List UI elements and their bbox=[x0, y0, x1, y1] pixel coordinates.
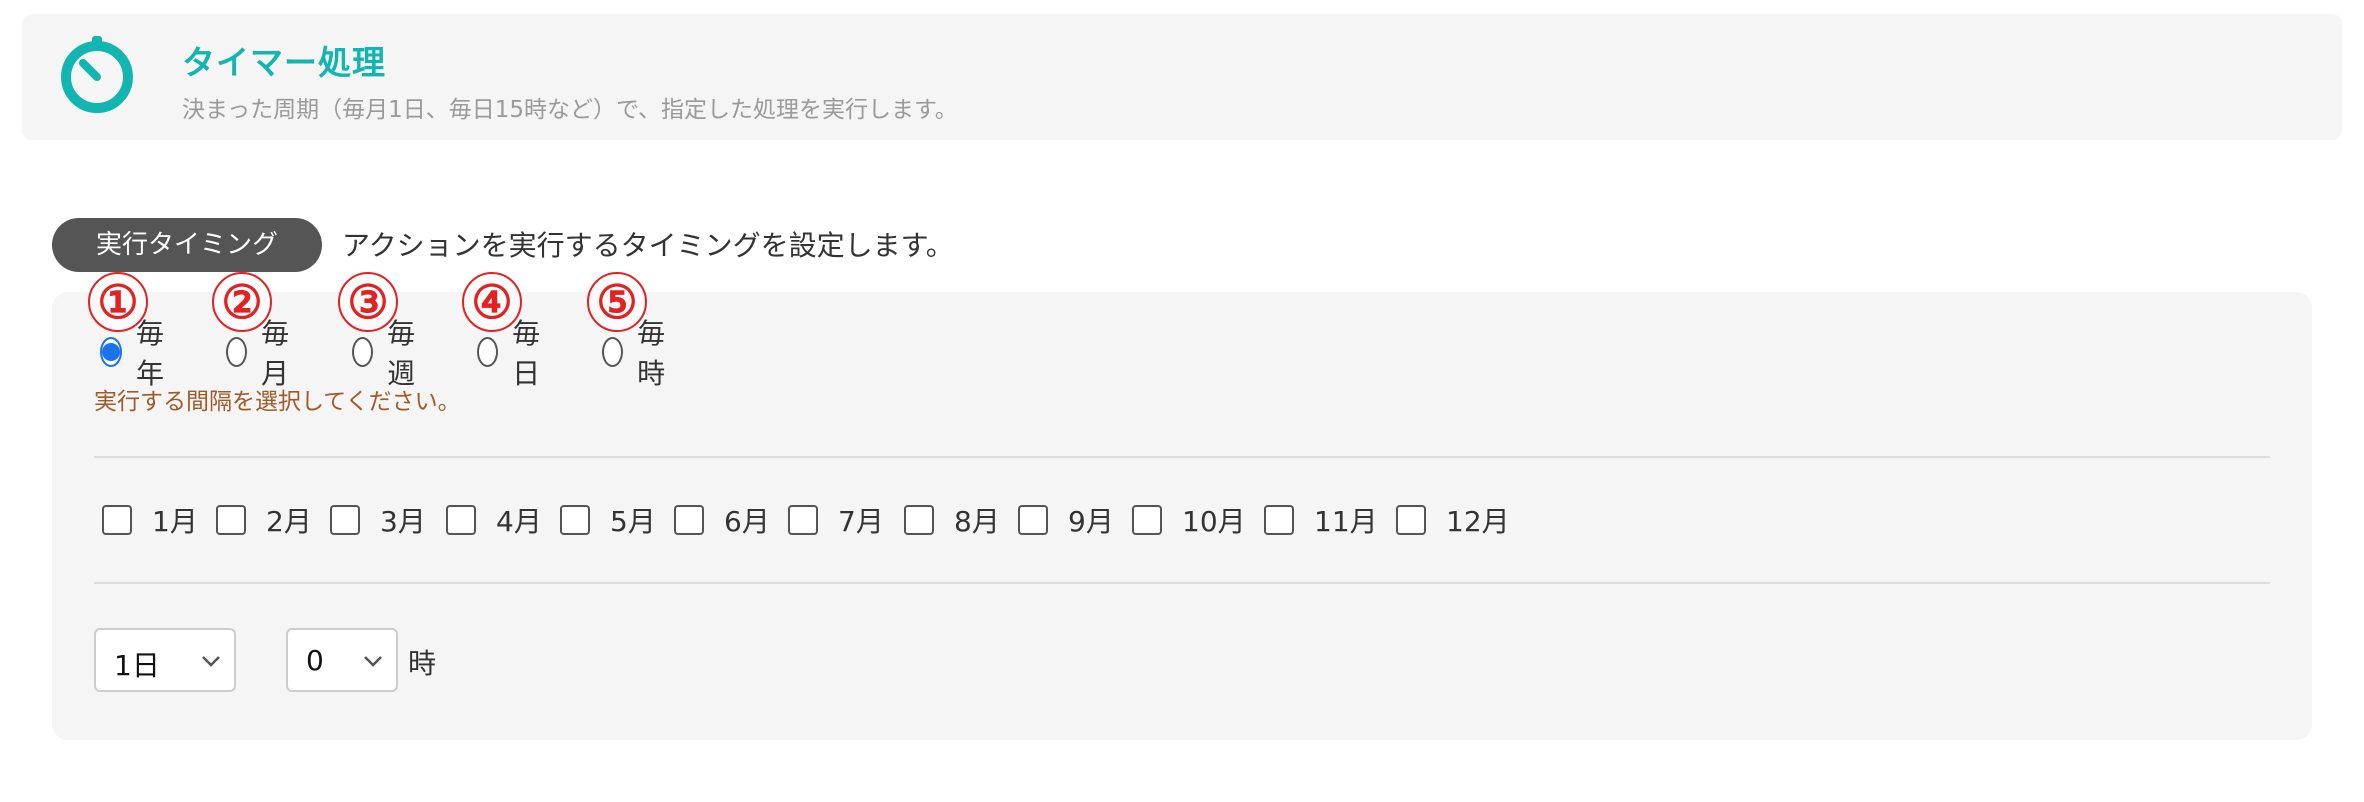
interval-option-label: 毎月 bbox=[261, 317, 290, 390]
checkbox[interactable] bbox=[1132, 505, 1162, 535]
month-label: 4月 bbox=[496, 505, 542, 538]
month-checkbox-4[interactable]: 4月 bbox=[446, 502, 542, 538]
hour-suffix-label: 時 bbox=[408, 647, 437, 680]
radio-button[interactable] bbox=[477, 337, 499, 367]
timing-description: アクションを実行するタイミングを設定します。 bbox=[342, 229, 954, 262]
interval-option-daily[interactable]: 毎日 bbox=[477, 317, 549, 390]
marker-4: ④ bbox=[462, 272, 522, 332]
chevron-down-icon bbox=[202, 656, 220, 667]
checkbox[interactable] bbox=[1018, 505, 1048, 535]
month-checkbox-12[interactable]: 12月 bbox=[1396, 502, 1510, 538]
timer-icon bbox=[61, 36, 133, 113]
checkbox[interactable] bbox=[1264, 505, 1294, 535]
checkbox[interactable] bbox=[788, 505, 818, 535]
radio-button[interactable] bbox=[602, 337, 624, 367]
checkbox[interactable] bbox=[102, 505, 132, 535]
interval-hint: 実行する間隔を選択してください。 bbox=[94, 389, 461, 415]
month-checkbox-3[interactable]: 3月 bbox=[330, 502, 426, 538]
checkbox[interactable] bbox=[330, 505, 360, 535]
month-label: 1月 bbox=[152, 505, 198, 538]
marker-1: ① bbox=[88, 272, 148, 332]
month-checkbox-5[interactable]: 5月 bbox=[560, 502, 656, 538]
checkbox[interactable] bbox=[674, 505, 704, 535]
hour-select-value: 0 bbox=[306, 644, 324, 677]
interval-option-label: 毎時 bbox=[637, 317, 666, 390]
hour-select[interactable]: 0 bbox=[286, 628, 398, 692]
month-checkbox-6[interactable]: 6月 bbox=[674, 502, 770, 538]
page-title: タイマー処理 bbox=[182, 43, 386, 82]
interval-option-hourly[interactable]: 毎時 bbox=[602, 317, 674, 390]
month-label: 6月 bbox=[724, 505, 770, 538]
marker-2: ② bbox=[212, 272, 272, 332]
radio-button[interactable] bbox=[352, 337, 374, 367]
interval-option-label: 毎年 bbox=[136, 317, 165, 390]
month-checkbox-9[interactable]: 9月 bbox=[1018, 502, 1114, 538]
checkbox[interactable] bbox=[560, 505, 590, 535]
radio-button[interactable] bbox=[226, 337, 248, 367]
month-label: 10月 bbox=[1182, 505, 1246, 538]
chevron-down-icon bbox=[364, 656, 382, 667]
month-label: 12月 bbox=[1446, 505, 1510, 538]
month-label: 9月 bbox=[1068, 505, 1114, 538]
marker-3: ③ bbox=[338, 272, 398, 332]
month-checkbox-10[interactable]: 10月 bbox=[1132, 502, 1246, 538]
month-label: 3月 bbox=[380, 505, 426, 538]
divider bbox=[94, 456, 2270, 458]
month-checkbox-1[interactable]: 1月 bbox=[102, 502, 198, 538]
interval-option-yearly[interactable]: 毎年 bbox=[100, 317, 172, 390]
divider bbox=[94, 582, 2270, 584]
month-checkbox-2[interactable]: 2月 bbox=[216, 502, 312, 538]
timing-badge: 実行タイミング bbox=[52, 218, 322, 272]
checkbox[interactable] bbox=[446, 505, 476, 535]
marker-5: ⑤ bbox=[587, 272, 647, 332]
checkbox[interactable] bbox=[904, 505, 934, 535]
interval-option-label: 毎日 bbox=[512, 317, 541, 390]
month-label: 7月 bbox=[838, 505, 884, 538]
interval-option-monthly[interactable]: 毎月 bbox=[226, 317, 298, 390]
checkbox[interactable] bbox=[216, 505, 246, 535]
interval-option-weekly[interactable]: 毎週 bbox=[352, 317, 424, 390]
month-checkbox-8[interactable]: 8月 bbox=[904, 502, 1000, 538]
month-label: 5月 bbox=[610, 505, 656, 538]
month-label: 8月 bbox=[954, 505, 1000, 538]
radio-button[interactable] bbox=[100, 337, 122, 367]
checkbox[interactable] bbox=[1396, 505, 1426, 535]
month-label: 2月 bbox=[266, 505, 312, 538]
month-checkbox-11[interactable]: 11月 bbox=[1264, 502, 1378, 538]
page-description: 決まった周期（毎月1日、毎日15時など）で、指定した処理を実行します。 bbox=[182, 97, 958, 123]
day-select-value: 1日 bbox=[114, 649, 160, 682]
header-card: タイマー処理 決まった周期（毎月1日、毎日15時など）で、指定した処理を実行しま… bbox=[22, 14, 2342, 140]
radio-selected-dot bbox=[102, 343, 120, 361]
day-select[interactable]: 1日 bbox=[94, 628, 236, 692]
month-label: 11月 bbox=[1314, 505, 1378, 538]
month-checkbox-7[interactable]: 7月 bbox=[788, 502, 884, 538]
interval-option-label: 毎週 bbox=[387, 317, 416, 390]
